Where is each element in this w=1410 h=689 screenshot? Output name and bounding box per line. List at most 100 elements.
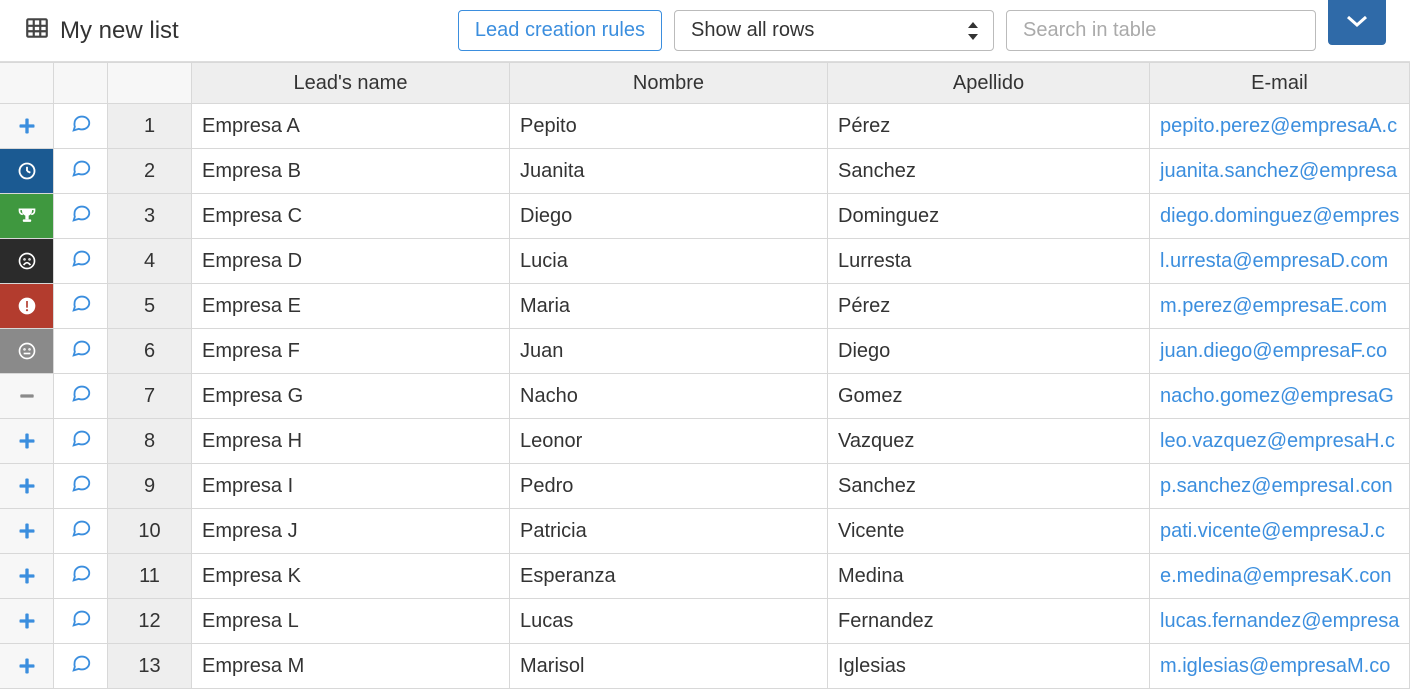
cell-nombre[interactable]: Pedro bbox=[510, 464, 828, 509]
row-number[interactable]: 4 bbox=[108, 239, 192, 284]
status-cell[interactable] bbox=[0, 554, 54, 599]
status-cell[interactable] bbox=[0, 104, 54, 149]
header-apellido[interactable]: Apellido bbox=[828, 62, 1150, 104]
cell-nombre[interactable]: Patricia bbox=[510, 509, 828, 554]
cell-apellido[interactable]: Pérez bbox=[828, 284, 1150, 329]
cell-apellido[interactable]: Sanchez bbox=[828, 149, 1150, 194]
row-number[interactable]: 10 bbox=[108, 509, 192, 554]
status-cell[interactable] bbox=[0, 419, 54, 464]
comment-button[interactable] bbox=[54, 284, 108, 329]
cell-nombre[interactable]: Marisol bbox=[510, 644, 828, 689]
plus-icon bbox=[17, 431, 37, 451]
cell-lead[interactable]: Empresa C bbox=[192, 194, 510, 239]
row-filter-select[interactable]: Show all rows bbox=[674, 10, 994, 51]
cell-lead[interactable]: Empresa L bbox=[192, 599, 510, 644]
cell-lead[interactable]: Empresa H bbox=[192, 419, 510, 464]
cell-email[interactable]: diego.dominguez@empres bbox=[1150, 194, 1410, 239]
cell-apellido[interactable]: Vazquez bbox=[828, 419, 1150, 464]
cell-lead[interactable]: Empresa D bbox=[192, 239, 510, 284]
comment-button[interactable] bbox=[54, 554, 108, 599]
cell-email[interactable]: leo.vazquez@empresaH.c bbox=[1150, 419, 1410, 464]
cell-lead[interactable]: Empresa I bbox=[192, 464, 510, 509]
cell-email[interactable]: e.medina@empresaK.con bbox=[1150, 554, 1410, 599]
status-cell[interactable] bbox=[0, 464, 54, 509]
comment-button[interactable] bbox=[54, 194, 108, 239]
cell-apellido[interactable]: Dominguez bbox=[828, 194, 1150, 239]
row-number[interactable]: 2 bbox=[108, 149, 192, 194]
cell-apellido[interactable]: Sanchez bbox=[828, 464, 1150, 509]
comment-button[interactable] bbox=[54, 104, 108, 149]
row-number[interactable]: 7 bbox=[108, 374, 192, 419]
cell-email[interactable]: nacho.gomez@empresaG bbox=[1150, 374, 1410, 419]
row-number[interactable]: 13 bbox=[108, 644, 192, 689]
cell-email[interactable]: m.perez@empresaE.com bbox=[1150, 284, 1410, 329]
status-cell[interactable] bbox=[0, 374, 54, 419]
cell-lead[interactable]: Empresa G bbox=[192, 374, 510, 419]
actions-dropdown-button[interactable] bbox=[1328, 0, 1386, 45]
cell-apellido[interactable]: Iglesias bbox=[828, 644, 1150, 689]
cell-apellido[interactable]: Vicente bbox=[828, 509, 1150, 554]
cell-nombre[interactable]: Lucas bbox=[510, 599, 828, 644]
cell-nombre[interactable]: Juanita bbox=[510, 149, 828, 194]
lead-creation-rules-button[interactable]: Lead creation rules bbox=[458, 10, 662, 51]
status-cell[interactable] bbox=[0, 599, 54, 644]
comment-button[interactable] bbox=[54, 374, 108, 419]
comment-button[interactable] bbox=[54, 464, 108, 509]
header-lead[interactable]: Lead's name bbox=[192, 62, 510, 104]
cell-email[interactable]: lucas.fernandez@empresa bbox=[1150, 599, 1410, 644]
row-number[interactable]: 9 bbox=[108, 464, 192, 509]
cell-email[interactable]: p.sanchez@empresaI.con bbox=[1150, 464, 1410, 509]
cell-email[interactable]: juanita.sanchez@empresa bbox=[1150, 149, 1410, 194]
cell-nombre[interactable]: Nacho bbox=[510, 374, 828, 419]
cell-apellido[interactable]: Lurresta bbox=[828, 239, 1150, 284]
header-email[interactable]: E-mail bbox=[1150, 62, 1410, 104]
cell-nombre[interactable]: Lucia bbox=[510, 239, 828, 284]
cell-apellido[interactable]: Gomez bbox=[828, 374, 1150, 419]
cell-email[interactable]: pati.vicente@empresaJ.c bbox=[1150, 509, 1410, 554]
cell-nombre[interactable]: Pepito bbox=[510, 104, 828, 149]
cell-nombre[interactable]: Leonor bbox=[510, 419, 828, 464]
cell-apellido[interactable]: Pérez bbox=[828, 104, 1150, 149]
header-nombre[interactable]: Nombre bbox=[510, 62, 828, 104]
row-number[interactable]: 1 bbox=[108, 104, 192, 149]
cell-apellido[interactable]: Fernandez bbox=[828, 599, 1150, 644]
comment-button[interactable] bbox=[54, 149, 108, 194]
row-number[interactable]: 11 bbox=[108, 554, 192, 599]
cell-lead[interactable]: Empresa F bbox=[192, 329, 510, 374]
cell-apellido[interactable]: Medina bbox=[828, 554, 1150, 599]
cell-nombre[interactable]: Maria bbox=[510, 284, 828, 329]
cell-lead[interactable]: Empresa M bbox=[192, 644, 510, 689]
status-cell[interactable] bbox=[0, 149, 54, 194]
status-cell[interactable] bbox=[0, 509, 54, 554]
cell-email[interactable]: pepito.perez@empresaA.c bbox=[1150, 104, 1410, 149]
cell-apellido[interactable]: Diego bbox=[828, 329, 1150, 374]
status-cell[interactable] bbox=[0, 329, 54, 374]
status-cell[interactable] bbox=[0, 284, 54, 329]
comment-button[interactable] bbox=[54, 599, 108, 644]
cell-email[interactable]: l.urresta@empresaD.com bbox=[1150, 239, 1410, 284]
row-number[interactable]: 12 bbox=[108, 599, 192, 644]
cell-nombre[interactable]: Juan bbox=[510, 329, 828, 374]
cell-lead[interactable]: Empresa B bbox=[192, 149, 510, 194]
cell-nombre[interactable]: Esperanza bbox=[510, 554, 828, 599]
status-cell[interactable] bbox=[0, 239, 54, 284]
cell-nombre[interactable]: Diego bbox=[510, 194, 828, 239]
comment-button[interactable] bbox=[54, 644, 108, 689]
comment-button[interactable] bbox=[54, 329, 108, 374]
cell-email[interactable]: m.iglesias@empresaM.co bbox=[1150, 644, 1410, 689]
row-number[interactable]: 8 bbox=[108, 419, 192, 464]
cell-email[interactable]: juan.diego@empresaF.co bbox=[1150, 329, 1410, 374]
row-number[interactable]: 3 bbox=[108, 194, 192, 239]
comment-button[interactable] bbox=[54, 239, 108, 284]
cell-lead[interactable]: Empresa J bbox=[192, 509, 510, 554]
cell-lead[interactable]: Empresa K bbox=[192, 554, 510, 599]
cell-lead[interactable]: Empresa A bbox=[192, 104, 510, 149]
row-number[interactable]: 6 bbox=[108, 329, 192, 374]
status-cell[interactable] bbox=[0, 194, 54, 239]
comment-button[interactable] bbox=[54, 419, 108, 464]
row-number[interactable]: 5 bbox=[108, 284, 192, 329]
cell-lead[interactable]: Empresa E bbox=[192, 284, 510, 329]
search-input[interactable] bbox=[1006, 10, 1316, 51]
comment-button[interactable] bbox=[54, 509, 108, 554]
status-cell[interactable] bbox=[0, 644, 54, 689]
